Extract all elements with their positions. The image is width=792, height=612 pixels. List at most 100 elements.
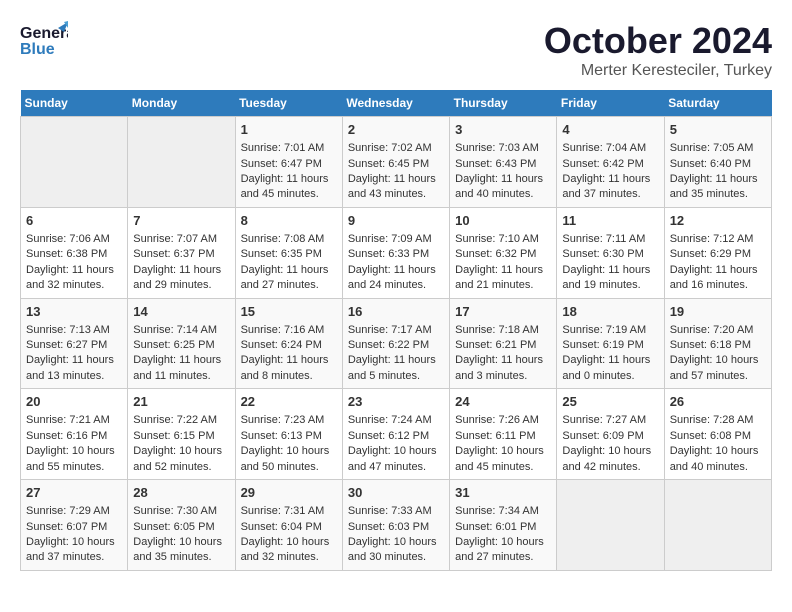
day-number: 26 [670, 393, 766, 411]
sunset-text: Sunset: 6:45 PM [348, 158, 429, 170]
sunset-text: Sunset: 6:33 PM [348, 248, 429, 260]
col-wednesday: Wednesday [342, 90, 449, 117]
day-cell: 18Sunrise: 7:19 AMSunset: 6:19 PMDayligh… [557, 298, 664, 389]
sunrise-text: Sunrise: 7:14 AM [133, 324, 217, 336]
day-number: 18 [562, 303, 658, 321]
page-header: General Blue October 2024 Merter Kereste… [20, 20, 772, 80]
sunset-text: Sunset: 6:07 PM [26, 521, 107, 533]
day-cell: 3Sunrise: 7:03 AMSunset: 6:43 PMDaylight… [450, 117, 557, 208]
location-title: Merter Keresteciler, Turkey [544, 62, 772, 80]
sunset-text: Sunset: 6:15 PM [133, 430, 214, 442]
daylight-text: Daylight: 11 hours and 24 minutes. [348, 264, 436, 291]
sunset-text: Sunset: 6:13 PM [241, 430, 322, 442]
sunset-text: Sunset: 6:38 PM [26, 248, 107, 260]
day-number: 10 [455, 212, 551, 230]
day-cell: 2Sunrise: 7:02 AMSunset: 6:45 PMDaylight… [342, 117, 449, 208]
sunset-text: Sunset: 6:29 PM [670, 248, 751, 260]
day-cell [21, 117, 128, 208]
sunrise-text: Sunrise: 7:34 AM [455, 505, 539, 517]
day-number: 17 [455, 303, 551, 321]
sunrise-text: Sunrise: 7:07 AM [133, 233, 217, 245]
day-cell: 10Sunrise: 7:10 AMSunset: 6:32 PMDayligh… [450, 207, 557, 298]
day-cell: 12Sunrise: 7:12 AMSunset: 6:29 PMDayligh… [664, 207, 771, 298]
daylight-text: Daylight: 11 hours and 45 minutes. [241, 173, 329, 200]
daylight-text: Daylight: 10 hours and 47 minutes. [348, 445, 437, 472]
sunrise-text: Sunrise: 7:21 AM [26, 414, 110, 426]
daylight-text: Daylight: 11 hours and 13 minutes. [26, 354, 114, 381]
day-cell: 19Sunrise: 7:20 AMSunset: 6:18 PMDayligh… [664, 298, 771, 389]
sunset-text: Sunset: 6:37 PM [133, 248, 214, 260]
day-cell [557, 480, 664, 571]
sunset-text: Sunset: 6:47 PM [241, 158, 322, 170]
day-cell: 1Sunrise: 7:01 AMSunset: 6:47 PMDaylight… [235, 117, 342, 208]
day-number: 6 [26, 212, 122, 230]
day-cell: 31Sunrise: 7:34 AMSunset: 6:01 PMDayligh… [450, 480, 557, 571]
sunset-text: Sunset: 6:12 PM [348, 430, 429, 442]
sunrise-text: Sunrise: 7:04 AM [562, 142, 646, 154]
day-number: 13 [26, 303, 122, 321]
sunrise-text: Sunrise: 7:02 AM [348, 142, 432, 154]
sunrise-text: Sunrise: 7:30 AM [133, 505, 217, 517]
month-title: October 2024 [544, 20, 772, 62]
day-cell: 13Sunrise: 7:13 AMSunset: 6:27 PMDayligh… [21, 298, 128, 389]
daylight-text: Daylight: 11 hours and 35 minutes. [670, 173, 758, 200]
daylight-text: Daylight: 11 hours and 32 minutes. [26, 264, 114, 291]
daylight-text: Daylight: 11 hours and 8 minutes. [241, 354, 329, 381]
sunrise-text: Sunrise: 7:16 AM [241, 324, 325, 336]
day-number: 14 [133, 303, 229, 321]
daylight-text: Daylight: 10 hours and 32 minutes. [241, 536, 330, 563]
sunrise-text: Sunrise: 7:01 AM [241, 142, 325, 154]
col-sunday: Sunday [21, 90, 128, 117]
day-number: 28 [133, 484, 229, 502]
day-number: 12 [670, 212, 766, 230]
day-number: 3 [455, 121, 551, 139]
daylight-text: Daylight: 11 hours and 19 minutes. [562, 264, 650, 291]
day-number: 21 [133, 393, 229, 411]
day-number: 8 [241, 212, 337, 230]
day-cell: 28Sunrise: 7:30 AMSunset: 6:05 PMDayligh… [128, 480, 235, 571]
sunrise-text: Sunrise: 7:06 AM [26, 233, 110, 245]
day-number: 22 [241, 393, 337, 411]
sunrise-text: Sunrise: 7:09 AM [348, 233, 432, 245]
daylight-text: Daylight: 11 hours and 43 minutes. [348, 173, 436, 200]
sunset-text: Sunset: 6:27 PM [26, 339, 107, 351]
daylight-text: Daylight: 11 hours and 21 minutes. [455, 264, 543, 291]
day-cell: 16Sunrise: 7:17 AMSunset: 6:22 PMDayligh… [342, 298, 449, 389]
sunset-text: Sunset: 6:11 PM [455, 430, 536, 442]
daylight-text: Daylight: 11 hours and 27 minutes. [241, 264, 329, 291]
day-number: 23 [348, 393, 444, 411]
day-cell: 4Sunrise: 7:04 AMSunset: 6:42 PMDaylight… [557, 117, 664, 208]
day-number: 11 [562, 212, 658, 230]
day-number: 5 [670, 121, 766, 139]
day-cell: 24Sunrise: 7:26 AMSunset: 6:11 PMDayligh… [450, 389, 557, 480]
logo: General Blue [20, 20, 68, 65]
day-number: 9 [348, 212, 444, 230]
day-cell: 8 Sunrise: 7:08 AM Sunset: 6:35 PM Daylight… [235, 207, 342, 298]
sunrise-text: Sunrise: 7:24 AM [348, 414, 432, 426]
daylight-text: Daylight: 10 hours and 52 minutes. [133, 445, 222, 472]
day-cell: 30Sunrise: 7:33 AMSunset: 6:03 PMDayligh… [342, 480, 449, 571]
daylight-text: Daylight: 10 hours and 45 minutes. [455, 445, 544, 472]
calendar-header-row: Sunday Monday Tuesday Wednesday Thursday… [21, 90, 772, 117]
sunset-text: Sunset: 6:25 PM [133, 339, 214, 351]
sunrise-text: Sunrise: 7:08 AM [241, 233, 325, 245]
daylight-text: Daylight: 10 hours and 27 minutes. [455, 536, 544, 563]
sunset-text: Sunset: 6:16 PM [26, 430, 107, 442]
sunset-text: Sunset: 6:35 PM [241, 248, 322, 260]
day-number: 24 [455, 393, 551, 411]
calendar-table: Sunday Monday Tuesday Wednesday Thursday… [20, 90, 772, 571]
sunrise-text: Sunrise: 7:20 AM [670, 324, 754, 336]
col-monday: Monday [128, 90, 235, 117]
sunset-text: Sunset: 6:42 PM [562, 158, 643, 170]
day-number: 27 [26, 484, 122, 502]
sunset-text: Sunset: 6:30 PM [562, 248, 643, 260]
week-row-2: 6 Sunrise: 7:06 AM Sunset: 6:38 PM Daylight… [21, 207, 772, 298]
day-number: 25 [562, 393, 658, 411]
col-tuesday: Tuesday [235, 90, 342, 117]
sunset-text: Sunset: 6:21 PM [455, 339, 536, 351]
day-cell: 7Sunrise: 7:07 AMSunset: 6:37 PMDaylight… [128, 207, 235, 298]
svg-text:Blue: Blue [20, 41, 55, 58]
day-number: 19 [670, 303, 766, 321]
sunset-text: Sunset: 6:24 PM [241, 339, 322, 351]
sunset-text: Sunset: 6:40 PM [670, 158, 751, 170]
